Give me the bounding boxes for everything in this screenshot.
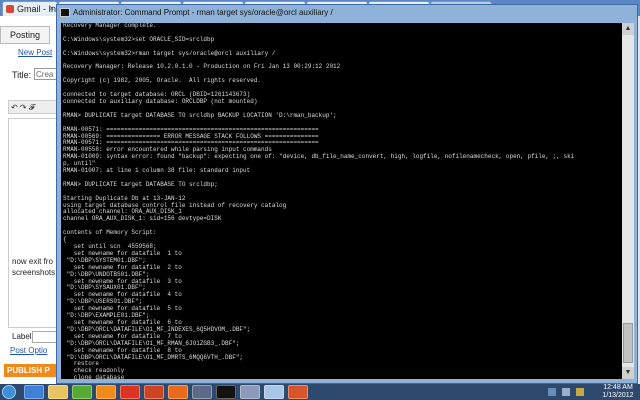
scroll-down-arrow-icon[interactable]: ▼: [622, 367, 634, 379]
post-title-input[interactable]: Crea: [34, 68, 58, 80]
flag-icon[interactable]: [576, 388, 584, 396]
taskbar: 12:48 AM 1/13/2012: [0, 384, 640, 400]
system-tray: 12:48 AM 1/13/2012: [540, 384, 640, 400]
console-line: set newname for datafile 4 to: [63, 291, 182, 299]
java-icon[interactable]: [144, 385, 164, 399]
console-line: RMAN-01007: at line 1 column 38 file: st…: [63, 167, 251, 175]
console-line: set newname for datafile 1 to: [63, 249, 182, 257]
publish-button[interactable]: PUBLISH P: [4, 364, 58, 377]
media-icon[interactable]: [192, 385, 212, 399]
console-line: RMAN> DUPLICATE target DATABASE TO srcld…: [63, 180, 218, 188]
close-icon[interactable]: ×: [49, 2, 54, 16]
tab-posting[interactable]: Posting: [0, 26, 50, 44]
command-prompt-window[interactable]: Administrator: Command Prompt - rman tar…: [56, 4, 638, 384]
console-line: Recovery Manager complete.: [63, 23, 157, 29]
volume-icon[interactable]: [562, 388, 570, 396]
utorrent-icon[interactable]: [72, 385, 92, 399]
console-line: C:\Windows\system32>rman target sys/orac…: [63, 49, 276, 57]
new-post-link[interactable]: New Post: [18, 48, 52, 57]
sticky-icon[interactable]: [264, 385, 284, 399]
ie-icon[interactable]: [24, 385, 44, 399]
console-line: check readonly: [63, 367, 125, 375]
vertical-scrollbar[interactable]: ▲ ▼: [622, 23, 634, 379]
blogger-editor-page: Posting New Post Title: Crea ↶ ↷ 𝓕 now e…: [0, 16, 60, 384]
clock-time[interactable]: 12:48 AM: [600, 384, 636, 392]
console-line: RMAN> DUPLICATE target DATABASE TO srcld…: [63, 111, 337, 119]
folder-icon[interactable]: [48, 385, 68, 399]
post-body-text: now exit fro screenshots: [12, 257, 56, 277]
console-line: connected to auxiliary database: ORCLDBP…: [63, 97, 258, 105]
console-line: "D:\DBP\ORCL\DATAFILE\O1_MF_DMRTS_6MQQ6V…: [63, 353, 244, 361]
post-options-link[interactable]: Post Optio: [10, 346, 47, 355]
start-button[interactable]: [2, 385, 16, 399]
post-body-editor[interactable]: [8, 118, 58, 328]
console-output[interactable]: Recovery Manager complete. C:\Windows\sy…: [61, 23, 623, 379]
firefox-icon[interactable]: [168, 385, 188, 399]
console-line: Recovery Manager: Release 10.2.0.1.0 - P…: [63, 63, 341, 71]
network-icon[interactable]: [548, 388, 556, 396]
console-line: channel ORA_AUX_DISK_1: sid=156 devtype=…: [63, 215, 222, 223]
browser-tab[interactable]: Gmail - Inbox×: [2, 1, 58, 16]
clock-date[interactable]: 1/13/2012: [600, 392, 636, 400]
title-label: Title:: [12, 70, 32, 80]
console-line: clone database: [63, 374, 125, 379]
scrollbar-thumb[interactable]: [623, 323, 633, 363]
window-icon[interactable]: [240, 385, 260, 399]
tab-favicon-icon: [6, 5, 14, 13]
window-title: Administrator: Command Prompt - rman tar…: [73, 8, 333, 17]
console-line: Copyright (c) 1982, 2005, Oracle. All ri…: [63, 77, 262, 85]
scroll-up-arrow-icon[interactable]: ▲: [622, 23, 634, 35]
console-line: contents of Memory Script:: [63, 229, 157, 237]
cmd-icon[interactable]: [216, 385, 236, 399]
editor-toolbar[interactable]: ↶ ↷ 𝓕: [8, 100, 58, 114]
vlc-icon[interactable]: [96, 385, 116, 399]
ppt-icon[interactable]: [288, 385, 308, 399]
console-line: restore: [63, 360, 100, 368]
console-line: set newname for datafile 3 to: [63, 277, 182, 285]
chrome-icon[interactable]: [120, 385, 140, 399]
console-line: RMAN-01009: syntax error: found "backup"…: [63, 153, 575, 161]
console-line: C:\Windows\system32>set ORACLE_SID=srcld…: [63, 35, 215, 43]
